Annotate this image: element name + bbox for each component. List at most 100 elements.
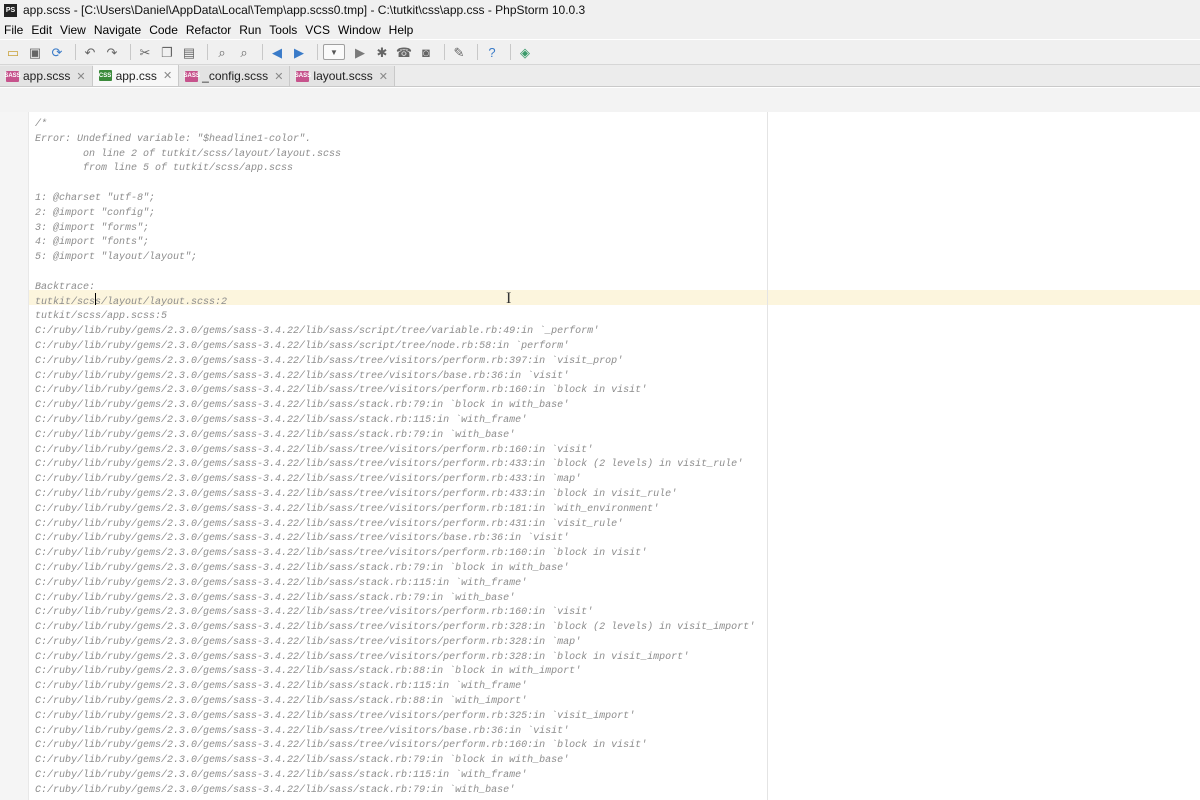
main-toolbar: ▭ ▣ ⟳ ↶ ↷ ✂ ❐ ▤ ⌕ ⌕ ◀ ▶ ▼ ▶ ✱ ☎ ◙ ✎ ? ◈ [0, 40, 1200, 65]
open-folder-icon[interactable]: ▭ [4, 43, 22, 61]
menu-vcs[interactable]: VCS [301, 23, 334, 37]
menu-bar: File Edit View Navigate Code Refactor Ru… [0, 20, 1200, 39]
code-line: C:/ruby/lib/ruby/gems/2.3.0/gems/sass-3.… [35, 414, 528, 426]
code-line: 5: @import "layout/layout"; [35, 252, 198, 264]
tab-label: layout.scss [313, 69, 373, 83]
right-margin-guide [767, 112, 768, 800]
code-line: C:/ruby/lib/ruby/gems/2.3.0/gems/sass-3.… [35, 696, 528, 708]
code-line: C:/ruby/lib/ruby/gems/2.3.0/gems/sass-3.… [35, 503, 660, 515]
tab-config-scss[interactable]: SASS _config.scss ✕ [179, 66, 291, 86]
code-line: 1: @charset "utf-8"; [35, 192, 156, 204]
window-title: app.scss - [C:\Users\Daniel\AppData\Loca… [23, 3, 586, 17]
code-line: tutkit/scss/layout/layout.scss:2 [35, 296, 228, 308]
menu-refactor[interactable]: Refactor [182, 23, 235, 37]
tab-label: app.scss [23, 69, 71, 83]
code-line: C:/ruby/lib/ruby/gems/2.3.0/gems/sass-3.… [35, 533, 570, 545]
code-line: C:/ruby/lib/ruby/gems/2.3.0/gems/sass-3.… [35, 326, 600, 338]
menu-code[interactable]: Code [145, 23, 182, 37]
mouse-ibeam-cursor-icon: I [506, 290, 512, 307]
code-line: C:/ruby/lib/ruby/gems/2.3.0/gems/sass-3.… [35, 459, 744, 471]
tab-app-css[interactable]: CSS app.css ✕ [92, 65, 180, 86]
code-line: C:/ruby/lib/ruby/gems/2.3.0/gems/sass-3.… [35, 607, 594, 619]
menu-help[interactable]: Help [385, 23, 418, 37]
code-line: C:/ruby/lib/ruby/gems/2.3.0/gems/sass-3.… [35, 770, 528, 782]
menu-view[interactable]: View [56, 23, 90, 37]
code-line: C:/ruby/lib/ruby/gems/2.3.0/gems/sass-3.… [35, 592, 516, 604]
undo-icon[interactable]: ↶ [81, 43, 99, 61]
code-line: 2: @import "config"; [35, 207, 156, 219]
code-line: C:/ruby/lib/ruby/gems/2.3.0/gems/sass-3.… [35, 636, 582, 648]
tab-label: app.css [115, 68, 157, 83]
replace-icon[interactable]: ⌕ [235, 43, 253, 61]
code-line: C:/ruby/lib/ruby/gems/2.3.0/gems/sass-3.… [35, 444, 594, 456]
css-file-icon: CSS [98, 70, 112, 81]
code-line: C:/ruby/lib/ruby/gems/2.3.0/gems/sass-3.… [35, 681, 528, 693]
code-line: C:/ruby/lib/ruby/gems/2.3.0/gems/sass-3.… [35, 340, 570, 352]
phpstorm-logo-icon: PS [4, 3, 17, 17]
toolbar-separator [207, 44, 208, 60]
editor-gutter [0, 112, 29, 800]
code-line: C:/ruby/lib/ruby/gems/2.3.0/gems/sass-3.… [35, 385, 648, 397]
code-line: C:/ruby/lib/ruby/gems/2.3.0/gems/sass-3.… [35, 548, 648, 560]
save-all-icon[interactable]: ▣ [26, 43, 44, 61]
sync-icon[interactable]: ⟳ [48, 43, 66, 61]
help-icon[interactable]: ? [483, 43, 501, 61]
run-icon[interactable]: ▶ [351, 43, 369, 61]
code-line: C:/ruby/lib/ruby/gems/2.3.0/gems/sass-3.… [35, 740, 648, 752]
code-line: C:/ruby/lib/ruby/gems/2.3.0/gems/sass-3.… [35, 666, 582, 678]
forward-icon[interactable]: ▶ [290, 43, 308, 61]
plugin-icon[interactable]: ◈ [516, 43, 534, 61]
cut-icon[interactable]: ✂ [136, 43, 154, 61]
menu-tools[interactable]: Tools [265, 23, 301, 37]
copy-icon[interactable]: ❐ [158, 43, 176, 61]
code-line: C:/ruby/lib/ruby/gems/2.3.0/gems/sass-3.… [35, 562, 570, 574]
toolbar-separator [130, 44, 131, 60]
code-line: Error: Undefined variable: "$headline1-c… [35, 133, 312, 145]
toolbar-separator [477, 44, 478, 60]
toolbar-separator [317, 44, 318, 60]
paste-icon[interactable]: ▤ [180, 43, 198, 61]
debug-icon[interactable]: ✱ [373, 43, 391, 61]
menu-edit[interactable]: Edit [27, 23, 56, 37]
code-line: 3: @import "forms"; [35, 222, 150, 234]
code-line: /* [35, 119, 48, 130]
redo-icon[interactable]: ↷ [103, 43, 121, 61]
menu-file[interactable]: File [0, 23, 27, 37]
run-config-dropdown[interactable]: ▼ [323, 44, 345, 60]
close-icon[interactable]: ✕ [274, 70, 283, 83]
code-content[interactable]: /* Error: Undefined variable: "$headline… [35, 118, 755, 799]
toolbar-separator [262, 44, 263, 60]
code-line: C:/ruby/lib/ruby/gems/2.3.0/gems/sass-3.… [35, 622, 756, 634]
code-line: C:/ruby/lib/ruby/gems/2.3.0/gems/sass-3.… [35, 784, 516, 796]
close-icon[interactable]: ✕ [163, 69, 172, 82]
code-editor[interactable]: /* Error: Undefined variable: "$headline… [0, 112, 1200, 800]
menu-window[interactable]: Window [334, 23, 385, 37]
close-icon[interactable]: ✕ [379, 70, 388, 83]
code-line: C:/ruby/lib/ruby/gems/2.3.0/gems/sass-3.… [35, 429, 516, 441]
tab-layout-scss[interactable]: SASS layout.scss ✕ [290, 66, 395, 86]
settings-icon[interactable]: ✎ [450, 43, 468, 61]
editor-tab-bar: SASS app.scss ✕ CSS app.css ✕ SASS _conf… [0, 65, 1200, 87]
menu-navigate[interactable]: Navigate [90, 23, 145, 37]
tab-label: _config.scss [202, 69, 269, 83]
close-icon[interactable]: ✕ [76, 70, 85, 83]
code-line: C:/ruby/lib/ruby/gems/2.3.0/gems/sass-3.… [35, 651, 690, 663]
code-line: 4: @import "fonts"; [35, 237, 150, 249]
find-icon[interactable]: ⌕ [213, 43, 231, 61]
sass-file-icon: SASS [295, 70, 311, 82]
code-line: C:/ruby/lib/ruby/gems/2.3.0/gems/sass-3.… [35, 518, 624, 530]
back-icon[interactable]: ◀ [268, 43, 286, 61]
code-line: C:/ruby/lib/ruby/gems/2.3.0/gems/sass-3.… [35, 355, 624, 367]
toolbar-separator [75, 44, 76, 60]
code-line: C:/ruby/lib/ruby/gems/2.3.0/gems/sass-3.… [35, 370, 570, 382]
code-line: C:/ruby/lib/ruby/gems/2.3.0/gems/sass-3.… [35, 577, 528, 589]
menu-run[interactable]: Run [235, 23, 265, 37]
code-line: C:/ruby/lib/ruby/gems/2.3.0/gems/sass-3.… [35, 400, 570, 412]
listen-debug-icon[interactable]: ☎ [395, 43, 413, 61]
breadcrumb-strip [0, 88, 1200, 113]
tab-app-scss[interactable]: SASS app.scss ✕ [0, 66, 93, 86]
code-line: C:/ruby/lib/ruby/gems/2.3.0/gems/sass-3.… [35, 474, 582, 486]
text-caret [95, 293, 96, 305]
coverage-icon[interactable]: ◙ [417, 43, 435, 61]
